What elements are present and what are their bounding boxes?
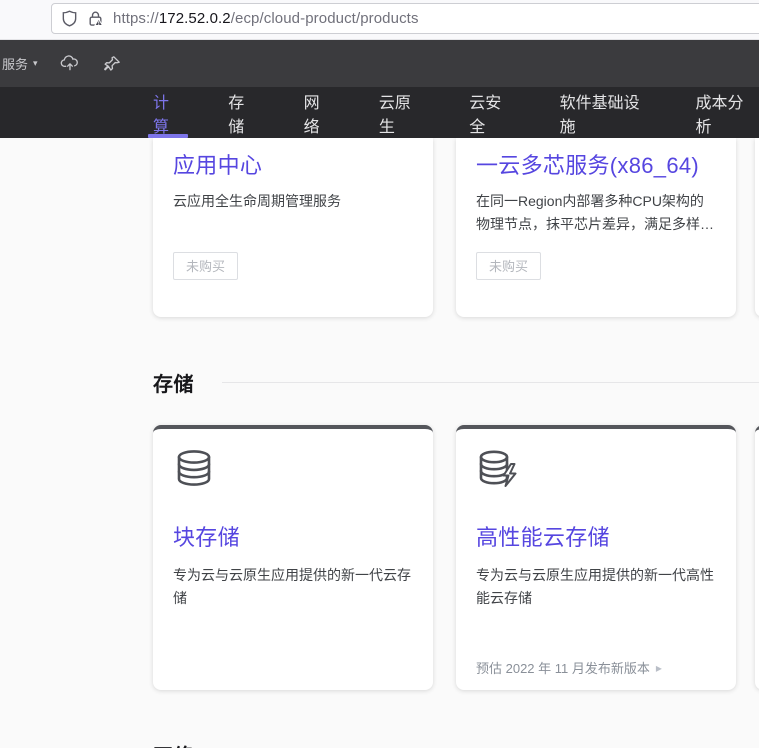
services-menu-label: 服务 [2, 54, 28, 73]
release-note-text: 预估 2022 年 11 月发布新版本 [476, 658, 650, 677]
tab-storage[interactable]: 存储 [225, 87, 261, 138]
tab-label: 存储 [228, 89, 258, 137]
url-scheme: https:// [113, 10, 159, 27]
tab-label: 成本分析 [695, 89, 756, 137]
database-flash-icon [475, 448, 525, 496]
chevron-down-icon: ▾ [33, 58, 38, 69]
address-bar[interactable]: https://172.52.0.2/ecp/cloud-product/pro… [51, 3, 759, 34]
product-title-link[interactable]: 应用中心 [173, 148, 262, 180]
tab-label: 云安全 [469, 89, 514, 137]
section-header-network: 网络 [153, 740, 759, 748]
product-description: 云应用全生命周期管理服务 [173, 190, 413, 213]
tab-cloud-security[interactable]: 云安全 [466, 87, 517, 138]
pin-icon [103, 55, 121, 73]
page: https://172.52.0.2/ecp/cloud-product/pro… [0, 0, 759, 748]
url-host: 172.52.0.2 [159, 10, 231, 27]
tab-label: 软件基础设施 [560, 89, 651, 137]
product-title-link[interactable]: 一云多芯服务(x86_64) [476, 148, 699, 180]
status-badge: 未购买 [476, 252, 541, 280]
triangle-right-icon: ▸ [656, 661, 662, 675]
lock-warning-icon[interactable] [87, 10, 104, 27]
section-header-storage: 存储 [153, 368, 759, 397]
tab-software-infra[interactable]: 软件基础设施 [557, 87, 654, 138]
product-card-partial[interactable] [755, 425, 759, 690]
tab-label: 计算 [153, 89, 183, 137]
product-description: 在同一Region内部署多种CPU架构的物理节点，抹平芯片差异，满足多样化计… [476, 190, 716, 236]
tab-cost-analysis[interactable]: 成本分析 [692, 87, 759, 138]
section-title: 网络 [153, 740, 194, 748]
cloud-switch-icon [60, 54, 79, 73]
product-nav: 计算 存储 网络 云原生 云安全 软件基础设施 成本分析 [0, 87, 759, 138]
section-divider [222, 382, 759, 383]
product-card-partial[interactable] [755, 138, 759, 317]
cloud-switch-button[interactable] [60, 54, 80, 74]
product-description: 专为云与云原生应用提供的新一代高性能云存储 [476, 564, 716, 610]
tab-label: 云原生 [379, 89, 424, 137]
services-toolbar: 服务 ▾ [0, 40, 759, 87]
section-title: 存储 [153, 368, 194, 397]
product-title-link[interactable]: 高性能云存储 [476, 520, 610, 552]
shield-icon[interactable] [61, 10, 78, 27]
services-menu-button[interactable]: 服务 ▾ [2, 54, 38, 73]
product-card-app-center[interactable]: 应用中心 云应用全生命周期管理服务 未购买 [153, 138, 433, 317]
product-description: 专为云与云原生应用提供的新一代云存储 [173, 564, 413, 610]
product-card-block-storage[interactable]: 块存储 专为云与云原生应用提供的新一代云存储 [153, 425, 433, 690]
product-card-multi-chip[interactable]: 一云多芯服务(x86_64) 在同一Region内部署多种CPU架构的物理节点，… [456, 138, 736, 317]
url-path: /ecp/cloud-product/products [231, 10, 419, 27]
product-title-link[interactable]: 块存储 [173, 520, 240, 552]
database-icon [172, 448, 218, 496]
product-list: 应用中心 云应用全生命周期管理服务 未购买 一云多芯服务(x86_64) 在同一… [0, 138, 759, 748]
product-tabs: 计算 存储 网络 云原生 云安全 软件基础设施 成本分析 [150, 87, 759, 138]
tab-network[interactable]: 网络 [301, 87, 337, 138]
status-badge: 未购买 [173, 252, 238, 280]
tab-label: 网络 [304, 89, 334, 137]
active-tab-underline [148, 134, 188, 138]
release-note-link[interactable]: 预估 2022 年 11 月发布新版本 ▸ [476, 658, 662, 677]
pin-button[interactable] [102, 54, 122, 74]
tab-cloud-native[interactable]: 云原生 [376, 87, 427, 138]
url-text: https://172.52.0.2/ecp/cloud-product/pro… [113, 10, 419, 27]
tab-compute[interactable]: 计算 [150, 87, 186, 138]
product-card-hp-cloud-storage[interactable]: 高性能云存储 专为云与云原生应用提供的新一代高性能云存储 预估 2022 年 1… [456, 425, 736, 690]
browser-chrome: https://172.52.0.2/ecp/cloud-product/pro… [0, 0, 759, 40]
